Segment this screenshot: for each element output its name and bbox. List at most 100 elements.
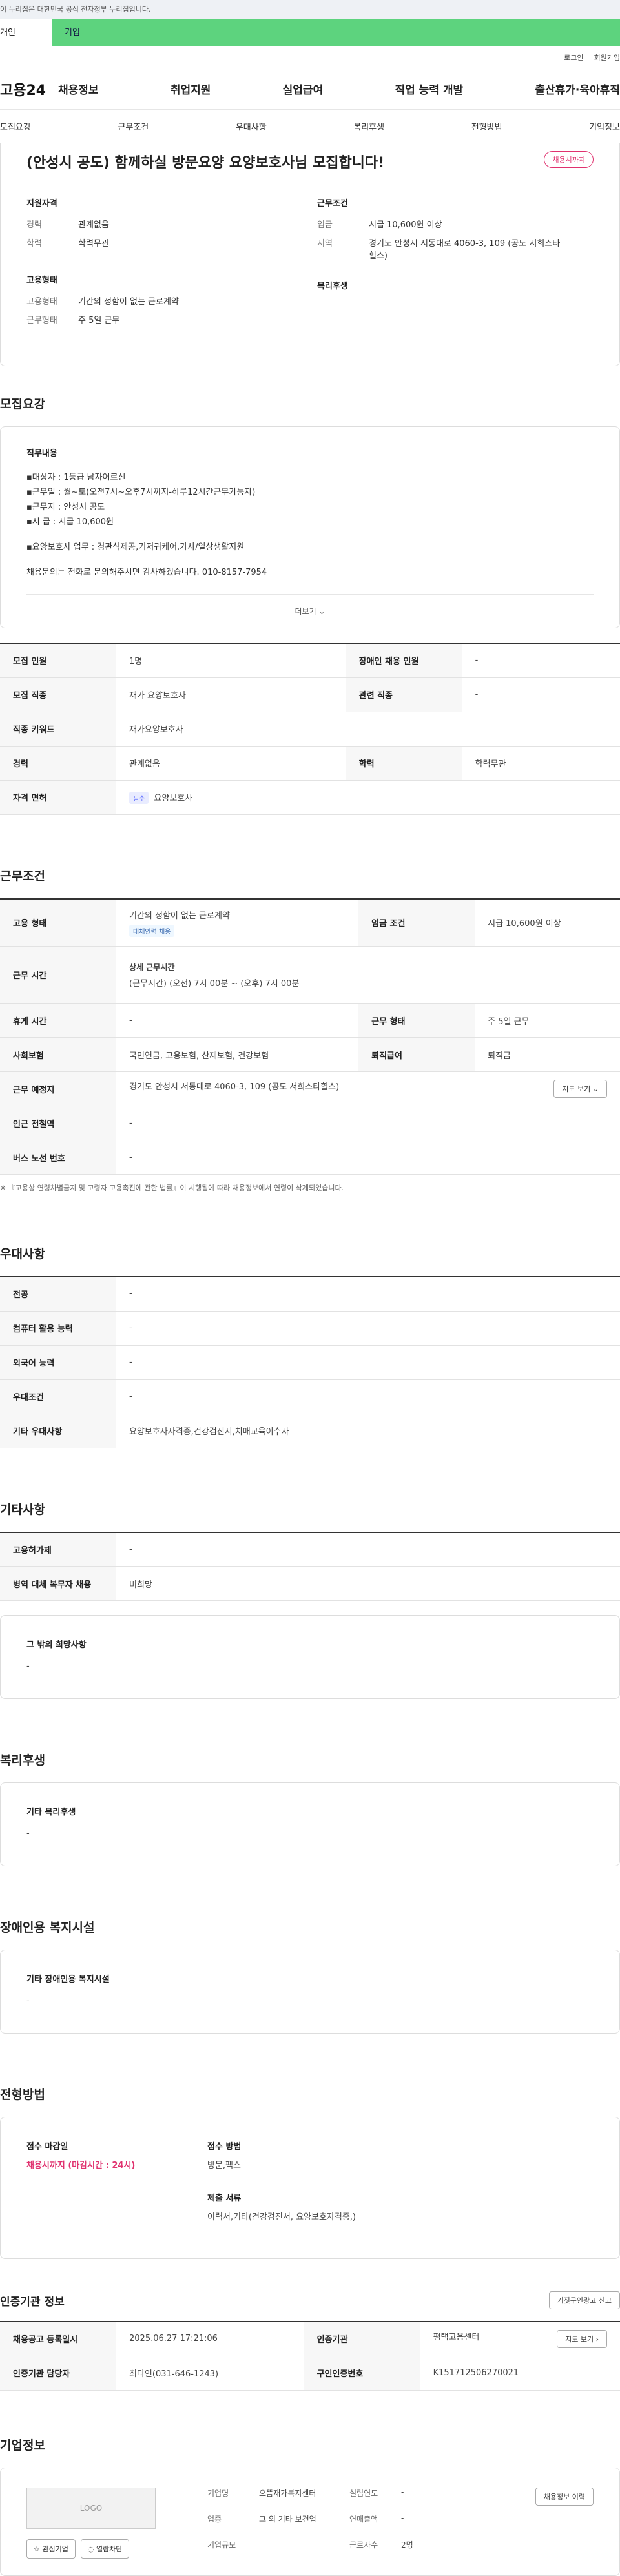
menu-item[interactable]: 채용정보: [58, 81, 99, 97]
table-row: 우대조건 -: [0, 1379, 620, 1414]
anchor-welfare[interactable]: 복리후생: [353, 120, 384, 132]
time-title: 상세 근무시간: [129, 962, 175, 972]
duty-line: ▪근무일 : 월~토(오전7시~오후7시까지-하루12시간근무가능자): [26, 488, 256, 497]
place-value: 경기도 안성시 서동대로 4060-3, 109 (공도 서희스타힐스): [129, 1082, 340, 1092]
company-name-value: 으뜸재가복지센터: [259, 2488, 316, 2498]
table-cell: -: [116, 1003, 359, 1038]
join-link[interactable]: 회원가입: [594, 52, 620, 63]
work-table: 고용 형태 기간의 정함이 없는 근로계약 대체인력 채용 임금 조건 시급 10,…: [0, 898, 620, 1175]
job-title: (안성시 공도) 함께하실 방문요양 요양보호사님 모집합니다!: [26, 155, 385, 171]
job-history-button[interactable]: 채용정보 이력: [535, 2487, 594, 2506]
table-cell: 비희망: [116, 1566, 620, 1601]
table-row: 인근 전철역 -: [0, 1106, 620, 1140]
table-cell: -: [116, 1140, 620, 1175]
table-cell: 학력무관: [462, 746, 620, 781]
table-cell: -: [116, 1277, 620, 1312]
pref-table: 전공 - 컴퓨터 활용 능력 - 외국어 능력 - 우대조건 - 기타 우대사항 요양보호…: [0, 1276, 620, 1448]
qual-heading: 지원자격: [26, 199, 57, 209]
docs-value: 이력서,기타(건강검진서, 요양보호자격증,): [207, 2212, 356, 2222]
table-cell: -: [116, 1106, 620, 1140]
table-header: 경력: [0, 746, 116, 781]
table-header: 모집 인원: [0, 643, 116, 678]
table-cell: 경기도 안성시 서동대로 4060-3, 109 (공도 서희스타힐스) 지도 보…: [116, 1071, 620, 1106]
table-cell: 기간의 정함이 없는 근로계약 대체인력 채용: [116, 898, 359, 947]
company-info: 기업명 으뜸재가복지센터 설립연도 - 업종 그 외 기타 보건업 연매출액 - 기업규…: [207, 2488, 466, 2556]
table-header: 전공: [0, 1277, 116, 1312]
table-row: 근무 시간 상세 근무시간 (근무시간) (오전) 7시 00분 ~ (오후) 7…: [0, 946, 620, 1004]
table-row: 컴퓨터 활용 능력 -: [0, 1311, 620, 1346]
welfare-box-heading: 기타 복리후생: [26, 1808, 76, 1817]
hope-heading: 그 밖의 희망사항: [26, 1640, 87, 1650]
table-cell: -: [116, 1311, 620, 1346]
table-cell: 평택고용센터 지도 보기 ›: [420, 2322, 620, 2356]
job-summary-card: (안성시 공도) 함께하실 방문요양 요양보호사님 모집합니다! 채용시까지 지…: [0, 143, 620, 366]
deadline-badge: 채용시까지: [544, 151, 594, 168]
work-section-title: 근무조건: [0, 869, 45, 883]
edu-value: 학력무관: [78, 239, 109, 249]
emptype-label: 고용형태: [26, 297, 57, 307]
emp-value: 기간의 정함이 없는 근로계약: [129, 911, 230, 921]
table-cell: 재가요양보호사: [116, 712, 620, 747]
table-cell: 시급 10,600원 이상: [475, 898, 620, 947]
anchor-apply[interactable]: 전형방법: [471, 120, 502, 132]
welfare-heading: 복리후생: [317, 282, 348, 291]
hope-box: 그 밖의 희망사항 -: [0, 1615, 620, 1699]
time-value: (근무시간) (오전) 7시 00분 ~ (오후) 7시 00분: [129, 978, 300, 989]
table-header: 컴퓨터 활용 능력: [0, 1311, 116, 1346]
more-button[interactable]: 더보기 ⌄: [26, 594, 594, 628]
career-value: 관계없음: [78, 220, 109, 230]
welfare-section-title: 복리후생: [0, 1753, 45, 1767]
table-cell: 2025.06.27 17:21:06: [116, 2322, 304, 2356]
deadline-value: 채용시까지 (마감시간 : 24시): [26, 2161, 136, 2170]
table-cell: K151712506270021: [420, 2356, 620, 2391]
table-cell: 관계없음: [116, 746, 346, 781]
anchor-company[interactable]: 기업정보: [589, 120, 620, 132]
table-header: 사회보험: [0, 1037, 116, 1072]
etc-table: 고용허가제 - 병역 대체 복무자 채용 비희망: [0, 1531, 620, 1601]
recruit-table: 모집 인원 1명 장애인 채용 인원 - 모집 직종 재가 요양보호사 관련 직종 - …: [0, 643, 620, 815]
duty-line: ▪근무지 : 안성시 공도: [26, 502, 105, 512]
menu-item[interactable]: 직업 능력 개발: [395, 81, 463, 97]
report-fake-ad-button[interactable]: 거짓구인광고 신고: [548, 2291, 620, 2309]
org-map-button[interactable]: 지도 보기 ›: [557, 2329, 607, 2348]
table-header: 외국어 능력: [0, 1345, 116, 1380]
table-cell: 재가 요양보호사: [116, 677, 346, 712]
table-row: 직종 키워드 재가요양보호사: [0, 712, 620, 747]
disabled-box-value: -: [26, 1996, 30, 2006]
anchor-work[interactable]: 근무조건: [118, 120, 149, 132]
menu-item[interactable]: 실업급여: [283, 81, 324, 97]
method-value: 방문,팩스: [207, 2161, 241, 2170]
table-header: 기타 우대사항: [0, 1414, 116, 1448]
site-logo[interactable]: 고용24: [0, 79, 58, 99]
anchor-pref[interactable]: 우대사항: [236, 120, 267, 132]
block-view-button[interactable]: ◌ 열람차단: [80, 2539, 130, 2559]
founded-label: 설립연도: [349, 2488, 378, 2498]
tab-personal[interactable]: 개인: [0, 19, 52, 46]
menu-item[interactable]: 취업지원: [170, 81, 211, 97]
table-header: 인근 전철역: [0, 1106, 116, 1140]
favorite-company-button[interactable]: ☆ 관심기업: [26, 2539, 76, 2559]
login-link[interactable]: 로그인: [564, 52, 583, 63]
table-row: 고용허가제 -: [0, 1532, 620, 1567]
anchor-recruit[interactable]: 모집요강: [0, 120, 31, 132]
worktype-value: 주 5일 근무: [78, 316, 120, 325]
menu-item[interactable]: 출산휴가·육아휴직: [535, 81, 620, 97]
table-row: 기타 우대사항 요양보호사자격증,건강검진서,치매교육이수자: [0, 1414, 620, 1448]
edu-label: 학력: [26, 239, 42, 249]
license-value: 요양보호사: [154, 793, 193, 803]
table-header: 고용 형태: [0, 898, 116, 947]
table-cell: 요양보호사자격증,건강검진서,치매교육이수자: [116, 1414, 620, 1448]
apply-section-title: 전형방법: [0, 2088, 45, 2102]
table-header: 휴게 시간: [0, 1003, 116, 1038]
welfare-box: 기타 복리후생 -: [0, 1782, 620, 1866]
founded-value: -: [401, 2487, 404, 2497]
table-row: 외국어 능력 -: [0, 1345, 620, 1380]
disabled-box: 기타 장애인용 복지시설 -: [0, 1950, 620, 2034]
table-header: 근무 형태: [358, 1003, 475, 1038]
tab-company[interactable]: 기업: [52, 19, 620, 46]
table-header: 학력: [346, 746, 462, 781]
gov-banner: 이 누리집은 대한민국 공식 전자정부 누리집입니다.: [0, 0, 620, 19]
map-toggle-button[interactable]: 지도 보기 ⌄: [553, 1080, 607, 1098]
table-cell: 퇴직금: [475, 1037, 620, 1072]
wage-label: 임금: [317, 220, 333, 230]
